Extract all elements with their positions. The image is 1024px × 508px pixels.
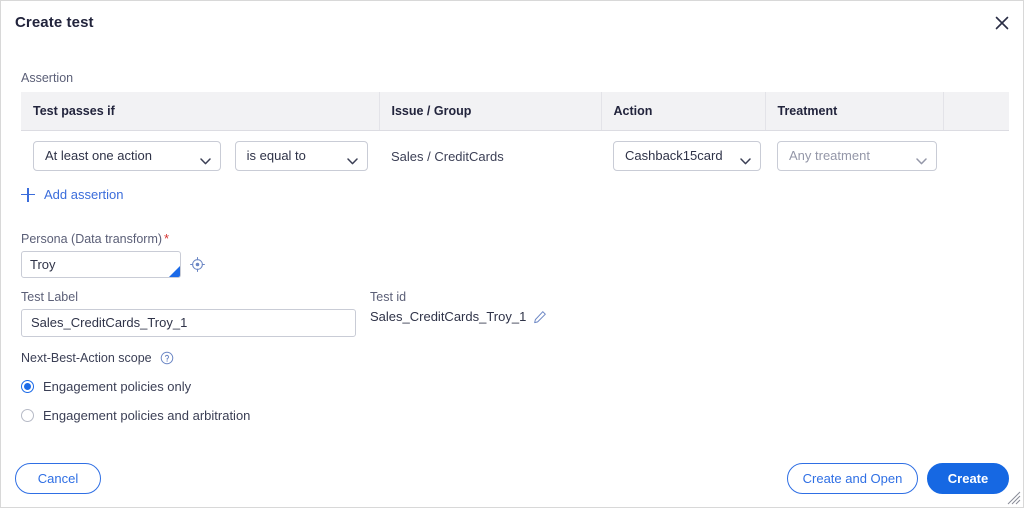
radio-icon-unselected: [21, 409, 34, 422]
cell-test-passes-if: At least one action is equal to: [21, 130, 379, 182]
chevron-down-icon: [916, 153, 927, 168]
comparator-select[interactable]: is equal to: [234, 141, 368, 172]
close-icon[interactable]: [989, 10, 1015, 36]
test-label-value: Sales_CreditCards_Troy_1: [31, 315, 188, 330]
test-id-value-row: Sales_CreditCards_Troy_1: [370, 309, 547, 324]
add-assertion-button[interactable]: Add assertion: [21, 187, 124, 202]
test-label-label: Test Label: [21, 290, 78, 304]
resize-grip-icon[interactable]: [1007, 491, 1021, 505]
chevron-down-icon: [346, 153, 358, 168]
persona-label-text: Persona (Data transform): [21, 232, 163, 246]
dialog-header: Create test: [1, 1, 1023, 45]
table-row: At least one action is equal to Sales / …: [21, 130, 1009, 182]
radio-engagement-policies-only[interactable]: Engagement policies only: [21, 379, 250, 394]
issue-group-value: Sales / CreditCards: [391, 148, 504, 164]
page-title: Create test: [15, 14, 94, 31]
table-header-row: Test passes if Issue / Group Action Trea…: [21, 92, 1009, 131]
auto-populated-indicator-icon: [169, 266, 180, 277]
radio-engagement-policies-and-arbitration[interactable]: Engagement policies and arbitration: [21, 408, 250, 423]
chevron-down-icon: [740, 153, 751, 168]
create-button[interactable]: Create: [927, 463, 1009, 494]
cell-treatment: Any treatment: [765, 130, 943, 182]
required-indicator: *: [164, 231, 170, 246]
cell-issue-group: Sales / CreditCards: [379, 130, 601, 182]
chevron-down-icon: [200, 153, 211, 168]
action-select[interactable]: Cashback15card: [613, 141, 761, 172]
radio-icon-selected: [21, 380, 34, 393]
column-header-actions: [943, 92, 1009, 131]
action-value: Cashback15card: [625, 148, 723, 164]
test-id-label: Test id: [370, 290, 407, 304]
cell-action: Cashback15card: [601, 130, 765, 182]
persona-input-row: Troy: [21, 251, 205, 278]
treatment-value: Any treatment: [789, 148, 870, 164]
create-test-dialog: Create test Assertion Test passes if Iss…: [0, 0, 1024, 508]
persona-value: Troy: [30, 257, 56, 272]
column-header-treatment: Treatment: [765, 92, 944, 131]
nba-scope-title: Next-Best-Action scope: [21, 351, 152, 365]
test-id-value: Sales_CreditCards_Troy_1: [370, 309, 527, 324]
cell-row-actions: [943, 130, 1009, 182]
persona-label: Persona (Data transform) *: [21, 231, 205, 246]
test-label-field-group: Test Label Sales_CreditCards_Troy_1: [21, 290, 356, 337]
treatment-select[interactable]: Any treatment: [777, 141, 937, 172]
comparator-value: is equal to: [246, 148, 306, 164]
cancel-button[interactable]: Cancel: [15, 463, 101, 494]
plus-icon: [21, 187, 35, 202]
test-id-group: Test id Sales_CreditCards_Troy_1: [370, 290, 547, 324]
nba-scope-header: Next-Best-Action scope: [21, 351, 250, 365]
persona-input[interactable]: Troy: [21, 251, 181, 278]
add-assertion-label: Add assertion: [44, 187, 124, 202]
crosshair-icon[interactable]: [190, 257, 205, 272]
test-passes-if-select[interactable]: At least one action: [33, 141, 221, 172]
nba-scope-group: Next-Best-Action scope Engagement polici…: [21, 351, 250, 423]
pencil-icon[interactable]: [533, 310, 547, 324]
assertion-section-label: Assertion: [21, 71, 74, 85]
test-label-input[interactable]: Sales_CreditCards_Troy_1: [21, 309, 356, 337]
column-header-issue-group: Issue / Group: [379, 92, 602, 131]
dialog-footer: Cancel Create and Open Create: [1, 451, 1023, 507]
create-and-open-button[interactable]: Create and Open: [787, 463, 918, 494]
assertion-table: Test passes if Issue / Group Action Trea…: [21, 92, 1009, 182]
radio-label: Engagement policies only: [43, 379, 192, 394]
test-passes-if-value: At least one action: [45, 148, 152, 164]
column-header-test-passes-if: Test passes if: [21, 92, 380, 131]
persona-field-group: Persona (Data transform) * Troy: [21, 231, 205, 278]
column-header-action: Action: [601, 92, 766, 131]
help-circle-icon[interactable]: [160, 351, 174, 365]
radio-label: Engagement policies and arbitration: [43, 408, 251, 423]
